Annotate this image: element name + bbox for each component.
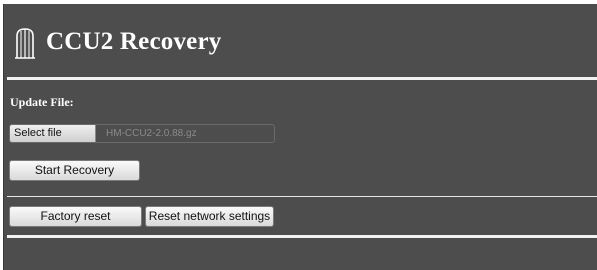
building-logo-icon: [15, 28, 35, 59]
update-file-input[interactable]: Select file HM-CCU2-2.0.88.gz: [9, 124, 275, 143]
header: CCU2 Recovery: [4, 4, 597, 76]
reset-network-settings-button[interactable]: Reset network settings: [145, 206, 274, 227]
factory-reset-button[interactable]: Factory reset: [9, 206, 142, 227]
selected-file-name: HM-CCU2-2.0.88.gz: [106, 128, 197, 139]
section-divider: [7, 196, 597, 197]
select-file-button[interactable]: Select file: [10, 125, 96, 142]
footer-divider: [7, 235, 597, 238]
page-title: CCU2 Recovery: [46, 28, 222, 55]
update-file-label: Update File:: [10, 95, 74, 109]
header-divider: [7, 77, 597, 80]
recovery-panel: CCU2 Recovery Update File: Select file H…: [3, 4, 597, 270]
start-recovery-button[interactable]: Start Recovery: [9, 160, 140, 181]
